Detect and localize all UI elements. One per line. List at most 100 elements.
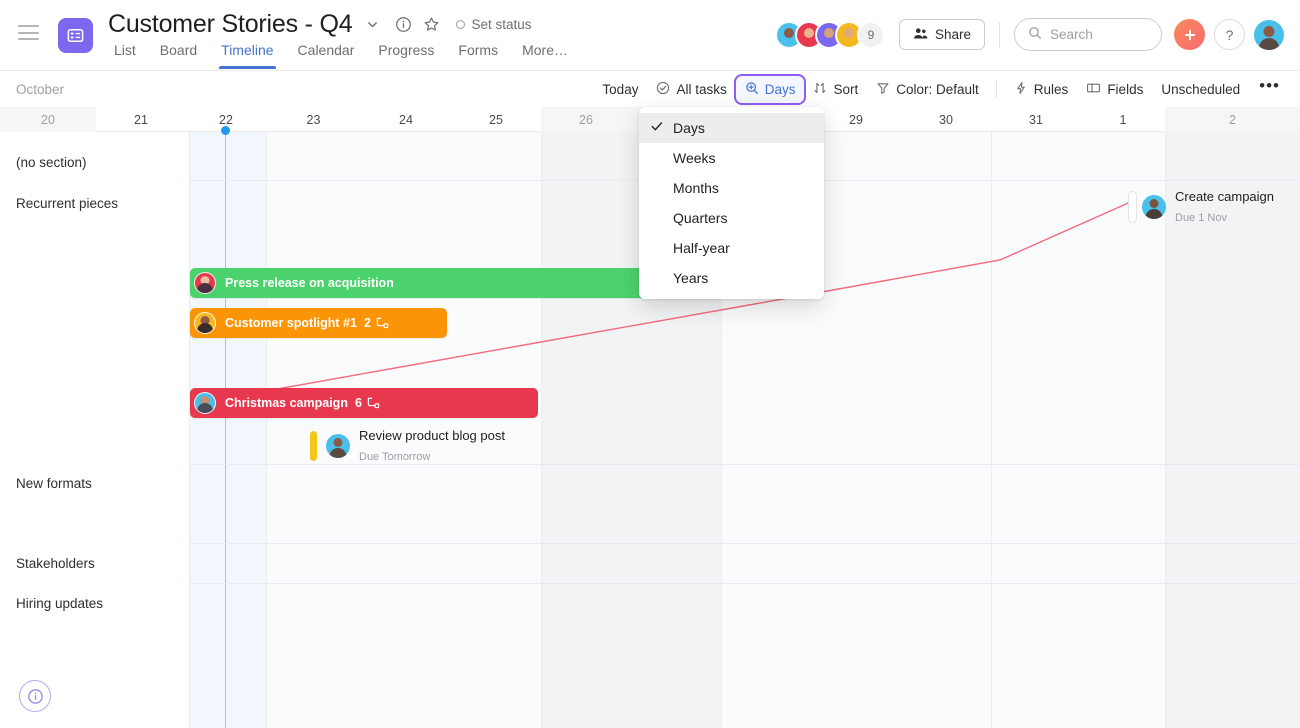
section-sidebar: (no section) Recurrent pieces New format… — [0, 132, 190, 728]
bolt-icon — [1014, 81, 1028, 98]
tab-progress[interactable]: Progress — [366, 40, 446, 68]
zoom-level-button[interactable]: Days — [735, 75, 805, 103]
tab-calendar[interactable]: Calendar — [286, 40, 367, 68]
unscheduled-button[interactable]: Unscheduled — [1152, 77, 1249, 102]
tab-more[interactable]: More… — [510, 40, 580, 68]
task-name: Create campaign — [1175, 189, 1274, 204]
project-list-icon[interactable] — [58, 18, 93, 53]
page-title[interactable]: Customer Stories - Q4 — [108, 8, 353, 41]
date-column-header[interactable]: 1 — [1081, 107, 1165, 132]
task-item[interactable]: Review product blog post Due Tomorrow — [310, 426, 505, 466]
avatar[interactable] — [194, 272, 216, 294]
date-column-header[interactable]: 31 — [991, 107, 1081, 132]
menu-item-days[interactable]: Days — [639, 113, 824, 143]
rules-label: Rules — [1033, 81, 1069, 97]
task-bar[interactable]: Customer spotlight #1 2 — [190, 308, 447, 338]
search-input[interactable]: Search — [1014, 18, 1162, 51]
zoom-level-menu: Days Weeks Months Quarters Half-year Yea… — [639, 107, 824, 299]
star-icon[interactable] — [418, 11, 444, 39]
zoom-level-label: Days — [764, 81, 796, 97]
row-divider — [0, 543, 1300, 544]
share-button[interactable]: Share — [898, 19, 985, 50]
task-bar[interactable]: Christmas campaign 6 — [190, 388, 538, 418]
menu-item-label: Half-year — [673, 240, 730, 256]
date-column-header[interactable]: 21 — [96, 107, 186, 132]
check-icon — [651, 121, 669, 135]
subtask-icon — [367, 397, 380, 409]
date-column-header[interactable]: 24 — [361, 107, 451, 132]
grid-line — [991, 132, 992, 728]
tab-timeline[interactable]: Timeline — [209, 40, 285, 69]
ellipsis-icon[interactable]: ••• — [1249, 77, 1290, 97]
sort-button[interactable]: Sort — [804, 76, 867, 103]
member-overflow-count[interactable]: 9 — [856, 20, 885, 49]
sidebar-item-hiring-updates[interactable]: Hiring updates — [16, 596, 103, 611]
fields-button[interactable]: Fields — [1077, 76, 1152, 103]
tab-board[interactable]: Board — [148, 40, 209, 68]
today-line — [225, 132, 226, 728]
row-divider — [0, 464, 1300, 465]
avatar[interactable] — [194, 392, 216, 414]
date-column-header[interactable]: 25 — [451, 107, 541, 132]
month-label: October — [16, 81, 65, 97]
add-button[interactable] — [1174, 19, 1205, 50]
zoom-in-icon — [745, 81, 759, 98]
check-circle-icon — [656, 81, 670, 98]
menu-item-quarters[interactable]: Quarters — [639, 203, 824, 233]
menu-item-weeks[interactable]: Weeks — [639, 143, 824, 173]
sidebar-item-no-section[interactable]: (no section) — [16, 155, 87, 170]
grid-line — [266, 132, 267, 728]
color-label: Color: Default — [896, 81, 979, 97]
view-tabs: List Board Timeline Calendar Progress Fo… — [108, 40, 580, 69]
task-due-date: Due 1 Nov — [1175, 212, 1227, 224]
today-button[interactable]: Today — [593, 77, 647, 102]
fields-label: Fields — [1107, 81, 1144, 97]
help-button[interactable]: ? — [1214, 19, 1245, 50]
info-circle-icon[interactable] — [19, 680, 51, 712]
hamburger-icon[interactable] — [18, 25, 39, 40]
chevron-down-icon[interactable] — [358, 11, 386, 39]
sidebar-item-new-formats[interactable]: New formats — [16, 476, 92, 491]
set-status-label: Set status — [471, 17, 532, 32]
status-circle-icon — [456, 20, 466, 29]
menu-item-label: Years — [673, 270, 709, 286]
tab-list[interactable]: List — [108, 40, 148, 68]
fields-icon — [1086, 81, 1101, 98]
avatar[interactable] — [194, 312, 216, 334]
sidebar-item-recurrent-pieces[interactable]: Recurrent pieces — [16, 196, 118, 211]
date-column-header[interactable]: 20 — [0, 107, 96, 132]
menu-item-label: Quarters — [673, 210, 728, 226]
info-circle-icon[interactable] — [390, 11, 416, 39]
date-column-header[interactable]: 29 — [811, 107, 901, 132]
sort-label: Sort — [833, 81, 859, 97]
set-status-button[interactable]: Set status — [456, 17, 532, 32]
color-button[interactable]: Color: Default — [867, 76, 988, 103]
task-name: Review product blog post — [359, 428, 505, 443]
sidebar-item-stakeholders[interactable]: Stakeholders — [16, 556, 95, 571]
date-column-header[interactable]: 23 — [266, 107, 361, 132]
header-actions: 9 Share Search ? — [774, 18, 1284, 51]
date-column-header[interactable]: 2 — [1165, 107, 1300, 132]
search-icon — [1028, 26, 1042, 43]
task-name: Press release on acquisition — [225, 276, 394, 290]
avatar[interactable] — [1142, 195, 1166, 219]
avatar[interactable] — [326, 434, 350, 458]
member-avatars[interactable]: 9 — [774, 20, 885, 49]
menu-item-months[interactable]: Months — [639, 173, 824, 203]
menu-item-half-year[interactable]: Half-year — [639, 233, 824, 263]
top-header: Customer Stories - Q4 Set status List Bo… — [0, 0, 1300, 71]
task-name: Customer spotlight #1 — [225, 316, 357, 330]
rules-button[interactable]: Rules — [1005, 76, 1078, 103]
row-divider — [0, 583, 1300, 584]
avatar[interactable] — [1254, 19, 1284, 50]
tab-forms[interactable]: Forms — [446, 40, 510, 68]
task-item[interactable]: Create campaign Due 1 Nov — [1129, 187, 1274, 227]
date-column-header[interactable]: 30 — [901, 107, 991, 132]
task-color-tab — [1129, 192, 1136, 222]
sort-icon — [813, 81, 827, 98]
all-tasks-filter[interactable]: All tasks — [647, 76, 735, 103]
menu-item-label: Weeks — [673, 150, 716, 166]
people-icon — [913, 27, 928, 43]
date-column-header[interactable]: 26 — [541, 107, 631, 132]
menu-item-years[interactable]: Years — [639, 263, 824, 293]
